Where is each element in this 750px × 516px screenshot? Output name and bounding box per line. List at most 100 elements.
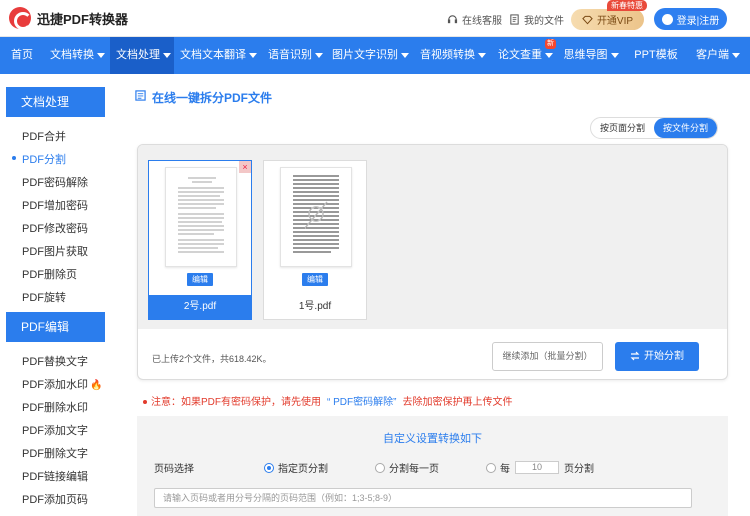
radio-label-suffix: 页分割 xyxy=(564,464,594,475)
notice-suffix: 去除加密保护再上传文件 xyxy=(402,397,513,408)
my-files-label: 我的文件 xyxy=(524,16,564,27)
split-by-file-button[interactable]: 按文件分割 xyxy=(654,118,717,138)
start-split-button[interactable]: 开始分割 xyxy=(615,342,699,371)
sidebar-item-label: PDF密码解除 xyxy=(22,177,88,189)
chevron-down-icon xyxy=(315,52,323,58)
chevron-down-icon xyxy=(163,52,171,58)
custom-settings-panel: 自定义设置转换如下 页码选择 指定页分割 分割每一页 每 10 页分割 请输入页… xyxy=(137,416,728,516)
chevron-down-icon xyxy=(732,52,740,58)
page-range-input[interactable]: 请输入页码或者用分号分隔的页码范围（例如：1;3-5;8-9） xyxy=(154,488,692,508)
customer-service-link[interactable]: 在线客服 xyxy=(447,12,502,27)
file-card[interactable]: × 编辑 2号.pdf xyxy=(148,160,252,320)
file-name: 1号.pdf xyxy=(298,301,332,312)
password-notice: 注意：如果PDF有密码保护，请先使用 “ PDF密码解除” 去除加密保护再上传文件 xyxy=(143,393,512,408)
sidebar-item-label: PDF添加文字 xyxy=(22,425,88,437)
nav-item[interactable]: 文档文本翻译 xyxy=(174,37,262,74)
logo-text: 迅捷PDF转换器 xyxy=(37,11,129,27)
upload-panel: × 编辑 2号.pdf 编辑 1号.pdf 已上传2个文件，共618.42K。 … xyxy=(137,144,728,380)
radio-checked-icon xyxy=(264,462,274,473)
nav-item[interactable]: 文档处理 xyxy=(110,37,174,74)
sidebar-item[interactable]: PDF图片获取 xyxy=(22,243,88,259)
swap-icon xyxy=(630,351,640,361)
sidebar-item[interactable]: PDF删除页 xyxy=(22,266,77,282)
radio-label: 每 xyxy=(500,464,510,475)
sidebar-item[interactable]: PDF合并 xyxy=(22,128,66,144)
radio-specified-pages[interactable]: 指定页分割 xyxy=(264,460,328,475)
sidebar-item-label: PDF删除文字 xyxy=(22,448,88,460)
radio-label: 指定页分割 xyxy=(278,464,328,475)
nav-item[interactable]: 语音识别 xyxy=(262,37,326,74)
radio-label: 分割每一页 xyxy=(389,464,439,475)
nav-item-label: 语音识别 xyxy=(268,49,312,61)
page-title: 在线一键拆分PDF文件 xyxy=(152,91,273,105)
radio-unchecked-icon xyxy=(486,462,496,473)
nav-item-label: 文档处理 xyxy=(116,49,160,61)
sidebar-item[interactable]: PDF增加密码 xyxy=(22,197,88,213)
nav-item[interactable]: 思维导图 xyxy=(556,37,626,74)
edit-button[interactable]: 编辑 xyxy=(302,273,328,286)
login-button[interactable]: 登录|注册 xyxy=(654,8,727,30)
page-text-preview xyxy=(293,175,339,253)
edit-button[interactable]: 编辑 xyxy=(187,273,213,286)
split-by-page-button[interactable]: 按页面分割 xyxy=(591,118,654,138)
sidebar-item-label: PDF修改密码 xyxy=(22,223,88,235)
pages-per-split-input[interactable]: 10 xyxy=(515,461,559,474)
top-header: 迅捷PDF转换器 在线客服 我的文件 开通VIP 新春特惠 登录|注册 xyxy=(0,0,750,37)
file-card[interactable]: 编辑 1号.pdf xyxy=(263,160,367,320)
chevron-down-icon xyxy=(97,52,105,58)
nav-item-label: 论文查重 xyxy=(498,49,542,61)
nav-item[interactable]: 论文查重新 xyxy=(492,37,556,74)
sidebar-item[interactable]: PDF替换文字 xyxy=(22,353,88,369)
file-name: 2号.pdf xyxy=(149,295,251,319)
sidebar-item-label: PDF添加页码 xyxy=(22,494,88,506)
remove-file-icon[interactable]: × xyxy=(239,161,251,173)
sidebar-item[interactable]: PDF密码解除 xyxy=(22,174,88,190)
sidebar-item[interactable]: PDF添加页码 xyxy=(22,491,88,507)
diamond-icon xyxy=(582,15,593,24)
login-label: 登录|注册 xyxy=(676,15,720,27)
start-split-label: 开始分割 xyxy=(644,351,684,362)
sidebar-item[interactable]: PDF旋转 xyxy=(22,289,66,305)
nav-item-label: 客户端 xyxy=(696,49,729,61)
sidebar-item[interactable]: PDF分割 xyxy=(12,151,66,167)
main-nav: 首页 文档转换 文档处理 文档文本翻译 语音识别 图片文字识别 音视频转换 论文查重新思维导图… xyxy=(0,37,750,74)
sidebar-item-label: PDF增加密码 xyxy=(22,200,88,212)
sidebar-item[interactable]: PDF添加文字 xyxy=(22,422,88,438)
add-more-files-button[interactable]: 继续添加（批量分割） xyxy=(492,342,603,371)
nav-item[interactable]: 图片文字识别 xyxy=(326,37,414,74)
nav-item-label: 思维导图 xyxy=(563,49,608,61)
radio-unchecked-icon xyxy=(375,462,385,473)
password-remove-link[interactable]: “ PDF密码解除” xyxy=(327,397,396,408)
sidebar-item[interactable]: PDF删除文字 xyxy=(22,445,88,461)
chevron-down-icon xyxy=(478,52,486,58)
sidebar-item[interactable]: PDF删除水印 xyxy=(22,399,88,415)
radio-each-page[interactable]: 分割每一页 xyxy=(375,460,439,475)
sidebar-item-label: PDF删除页 xyxy=(22,269,77,281)
nav-item-label: 首页 xyxy=(11,49,33,61)
file-list-area: × 编辑 2号.pdf 编辑 1号.pdf xyxy=(138,145,727,329)
vip-button[interactable]: 开通VIP xyxy=(571,9,644,30)
customer-service-label: 在线客服 xyxy=(462,16,502,27)
logo-icon xyxy=(9,7,32,30)
sidebar-item[interactable]: PDF链接编辑 xyxy=(22,468,88,484)
sidebar-item-label: PDF链接编辑 xyxy=(22,471,88,483)
logo[interactable]: 迅捷PDF转换器 xyxy=(9,7,129,30)
nav-item-label: 文档转换 xyxy=(50,49,94,61)
pdf-thumbnail xyxy=(280,167,352,267)
nav-item[interactable]: PPT模板 xyxy=(626,37,686,74)
sidebar-section-pdf-edit: PDF编辑 xyxy=(6,312,105,342)
nav-item[interactable]: 文档转换 xyxy=(44,37,110,74)
nav-item[interactable]: 音视频转换 xyxy=(414,37,492,74)
nav-item[interactable]: 首页 xyxy=(0,37,44,74)
page-text-preview xyxy=(178,177,224,253)
split-mode-switch: 按页面分割 按文件分割 xyxy=(590,117,718,139)
hot-fire-icon: 🔥 xyxy=(90,380,103,391)
nav-item-label: 图片文字识别 xyxy=(332,49,398,61)
sidebar-item-label: PDF合并 xyxy=(22,131,66,143)
nav-item[interactable]: 客户端 xyxy=(686,37,750,74)
radio-every-n-pages[interactable]: 每 10 页分割 xyxy=(486,460,594,475)
sidebar-item[interactable]: PDF添加水印 🔥 xyxy=(22,376,102,392)
sidebar-item[interactable]: PDF修改密码 xyxy=(22,220,88,236)
my-files-link[interactable]: 我的文件 xyxy=(509,12,564,27)
nav-item-label: 音视频转换 xyxy=(420,49,475,61)
